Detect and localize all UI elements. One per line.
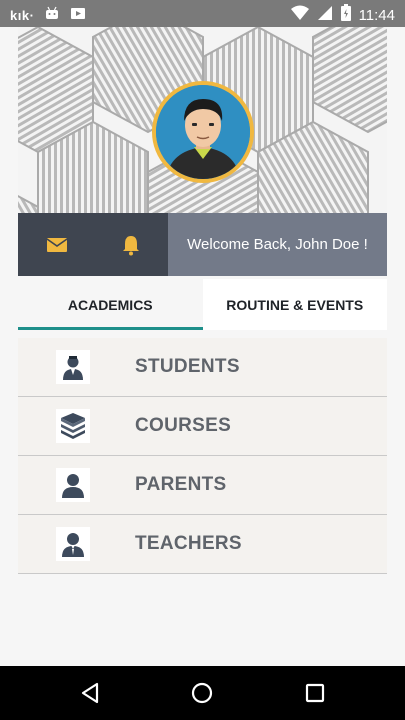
books-icon [56, 409, 90, 443]
tab-routine-events[interactable]: ROUTINE & EVENTS [202, 279, 387, 330]
menu-item-teachers[interactable]: TEACHERS [18, 515, 387, 574]
avatar[interactable] [152, 81, 254, 183]
tab-bar: ACADEMICS ROUTINE & EVENTS [18, 279, 387, 330]
menu-item-label: STUDENTS [135, 356, 240, 377]
media-notification-icon [70, 5, 86, 26]
parent-icon [56, 468, 90, 502]
menu-item-courses[interactable]: COURSES [18, 397, 387, 456]
action-bar: Welcome Back, John Doe ! [18, 213, 387, 276]
student-icon [56, 350, 90, 384]
avatar-illustration [156, 85, 250, 179]
profile-header [18, 27, 387, 213]
quick-actions [18, 213, 168, 276]
battery-icon [340, 4, 351, 26]
menu-item-label: COURSES [135, 415, 232, 436]
kik-notification-label: kık· [10, 8, 35, 23]
menu-item-parents[interactable]: PARENTS [18, 456, 387, 515]
android-icon [44, 5, 60, 26]
signal-icon [317, 5, 333, 26]
home-icon[interactable] [190, 681, 214, 705]
status-time: 11:44 [358, 6, 395, 24]
welcome-message: Welcome Back, John Doe ! [168, 213, 387, 276]
academics-menu: STUDENTS COURSES PARENTS TEACHERS [18, 338, 387, 574]
wifi-icon [290, 5, 309, 26]
recents-icon[interactable] [303, 681, 327, 705]
navigation-bar [0, 666, 405, 720]
menu-item-label: PARENTS [135, 474, 227, 495]
menu-item-label: TEACHERS [135, 533, 242, 554]
teacher-icon [56, 527, 90, 561]
mail-icon[interactable] [45, 233, 69, 257]
status-bar: kık· 11:44 [0, 0, 405, 27]
tab-academics[interactable]: ACADEMICS [18, 279, 203, 330]
bell-icon[interactable] [119, 233, 143, 257]
back-icon[interactable] [79, 681, 103, 705]
menu-item-students[interactable]: STUDENTS [18, 338, 387, 397]
